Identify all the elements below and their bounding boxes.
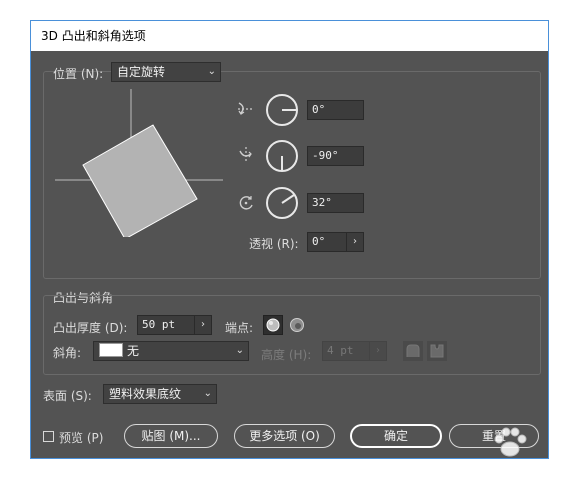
z-rotation-dial[interactable]: [265, 186, 299, 220]
perspective-label: 透视 (R):: [249, 237, 299, 251]
dialog-window: 3D 凸出和斜角选项 位置 (N): 自定旋转 ⌄ 0° -90° 32° 透视…: [30, 20, 549, 459]
rotate-y-icon: [239, 147, 252, 163]
position-select-value: 自定旋转: [117, 65, 166, 79]
cap-on-button[interactable]: [263, 315, 283, 335]
y-rotation-input[interactable]: -90°: [307, 146, 364, 166]
extrude-depth-input[interactable]: 50 pt: [137, 315, 195, 335]
ok-button[interactable]: 确定: [350, 424, 442, 448]
surface-select[interactable]: 塑料效果底纹 ⌄: [103, 384, 217, 404]
bevel-out-button[interactable]: [403, 341, 423, 361]
preview-cube-face: [82, 124, 198, 237]
bevel-select-value: 无: [127, 344, 140, 358]
cap-off-button[interactable]: [287, 315, 307, 335]
surface-label: 表面 (S):: [43, 389, 92, 403]
bevel-swatch: [99, 343, 123, 357]
bevel-in-button[interactable]: [427, 341, 447, 361]
bevel-select[interactable]: 无 ⌄: [93, 341, 249, 361]
position-label: 位置 (N):: [53, 67, 104, 81]
position-select[interactable]: 自定旋转 ⌄: [111, 62, 221, 82]
baidu-watermark: [450, 425, 580, 475]
extrude-depth-slider-button[interactable]: ›: [194, 315, 212, 335]
bevel-height-slider-button[interactable]: ›: [369, 341, 387, 361]
chevron-down-icon: ⌄: [235, 345, 244, 356]
perspective-slider-button[interactable]: ›: [346, 232, 364, 252]
z-rotation-input[interactable]: 32°: [307, 193, 364, 213]
rotate-z-icon: [239, 196, 253, 210]
rotation-preview-cube[interactable]: [53, 87, 225, 237]
cap-label: 端点:: [225, 321, 254, 335]
cap-on-icon: [266, 318, 280, 332]
chevron-down-icon: ⌄: [203, 388, 212, 399]
rotate-x-icon: [238, 102, 253, 115]
paw-logo-icon: [494, 427, 527, 457]
dialog-title: 3D 凸出和斜角选项: [31, 21, 548, 51]
extrude-depth-label: 凸出厚度 (D):: [53, 321, 128, 335]
bevel-in-icon: [430, 344, 444, 358]
bevel-label: 斜角:: [53, 346, 82, 360]
map-art-button[interactable]: 贴图 (M)...: [124, 424, 218, 448]
x-rotation-input[interactable]: 0°: [307, 100, 364, 120]
preview-label[interactable]: 预览 (P): [59, 429, 103, 446]
surface-select-value: 塑料效果底纹: [109, 387, 182, 401]
perspective-input[interactable]: 0°: [307, 232, 347, 252]
chevron-down-icon: ⌄: [207, 66, 216, 77]
cap-off-icon: [290, 318, 304, 332]
y-rotation-dial[interactable]: [265, 139, 299, 173]
preview-checkbox[interactable]: [43, 431, 54, 442]
bevel-height-label: 高度 (H):: [261, 348, 312, 362]
x-rotation-dial[interactable]: [265, 93, 299, 127]
more-options-button[interactable]: 更多选项 (O): [234, 424, 335, 448]
bevel-out-icon: [406, 344, 420, 357]
bevel-height-input[interactable]: 4 pt: [322, 341, 370, 361]
